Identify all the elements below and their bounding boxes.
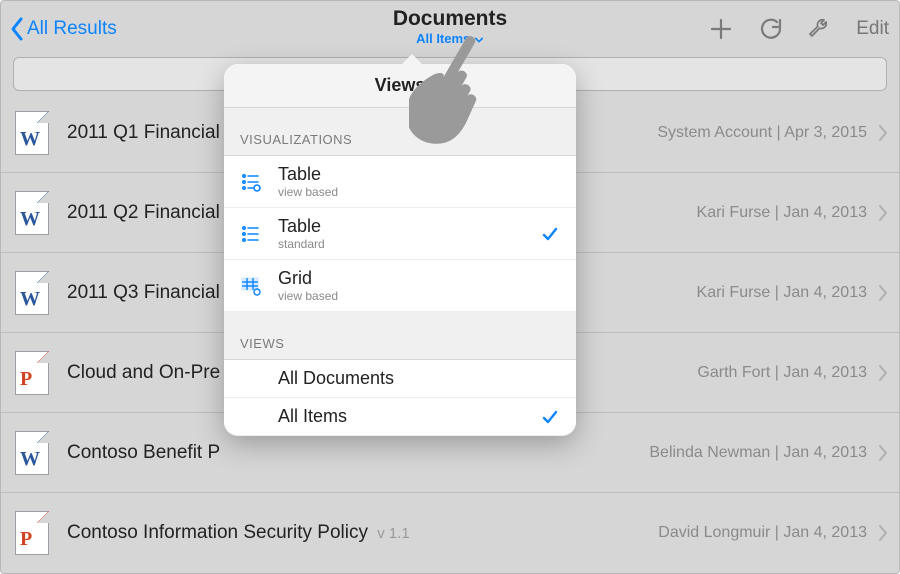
chevron-right-icon — [877, 363, 889, 383]
viz-option-grid[interactable]: Gridview based — [224, 260, 576, 312]
plus-icon — [708, 16, 734, 42]
viz-option-title: Table — [278, 164, 560, 185]
edit-button[interactable]: Edit — [856, 18, 889, 40]
viz-option-subtitle: view based — [278, 289, 560, 303]
word-file-icon: W — [15, 431, 49, 475]
word-file-icon: W — [15, 191, 49, 235]
view-option-all-documents[interactable]: All Documents — [224, 360, 576, 398]
viz-option-subtitle: view based — [278, 185, 560, 199]
powerpoint-file-icon: P — [15, 351, 49, 395]
document-row[interactable]: P Contoso Information Security Policy v … — [1, 493, 899, 573]
grid-icon — [240, 275, 264, 297]
chevron-right-icon — [877, 123, 889, 143]
view-option-title: All Documents — [278, 368, 560, 389]
file-meta: Garth Fort | Jan 4, 2013 — [697, 364, 867, 382]
viz-option-title: Table — [278, 216, 526, 237]
file-version: v 1.1 — [377, 525, 410, 542]
wrench-icon — [806, 16, 832, 42]
file-meta: Belinda Newman | Jan 4, 2013 — [649, 444, 867, 462]
views-popover: Views VISUALIZATIONS Tableview based Tab… — [224, 64, 576, 436]
file-meta: Kari Furse | Jan 4, 2013 — [697, 284, 867, 302]
list-icon — [240, 223, 264, 245]
file-name: Contoso Benefit P — [67, 442, 649, 464]
settings-button[interactable] — [806, 16, 832, 42]
refresh-button[interactable] — [758, 17, 782, 41]
popover-arrow — [400, 54, 424, 66]
viz-option-title: Grid — [278, 268, 560, 289]
list-icon — [240, 171, 264, 193]
viz-option-table-standard[interactable]: Tablestandard — [224, 208, 576, 260]
chevron-right-icon — [877, 443, 889, 463]
chevron-down-icon — [474, 35, 484, 45]
checkmark-icon — [540, 407, 560, 427]
chevron-right-icon — [877, 203, 889, 223]
word-file-icon: W — [15, 271, 49, 315]
popover-title: Views — [224, 64, 576, 108]
popover-section-header: VIEWS — [224, 312, 576, 360]
file-meta: System Account | Apr 3, 2015 — [657, 124, 867, 142]
add-button[interactable] — [708, 16, 734, 42]
file-meta: Kari Furse | Jan 4, 2013 — [697, 204, 867, 222]
view-option-title: All Items — [278, 406, 526, 427]
top-nav-bar: All Results Documents All Items Edit — [1, 1, 899, 57]
word-file-icon: W — [15, 111, 49, 155]
view-filter-label: All Items — [416, 31, 470, 46]
file-name: Contoso Information Security Policy v 1.… — [67, 522, 658, 544]
viz-option-subtitle: standard — [278, 237, 526, 251]
view-option-all-items[interactable]: All Items — [224, 398, 576, 436]
checkmark-icon — [540, 224, 560, 244]
popover-section-header: VISUALIZATIONS — [224, 108, 576, 156]
powerpoint-file-icon: P — [15, 511, 49, 555]
chevron-right-icon — [877, 283, 889, 303]
file-meta: David Longmuir | Jan 4, 2013 — [658, 524, 867, 542]
refresh-icon — [758, 17, 782, 41]
chevron-right-icon — [877, 523, 889, 543]
viz-option-table-viewbased[interactable]: Tableview based — [224, 156, 576, 208]
